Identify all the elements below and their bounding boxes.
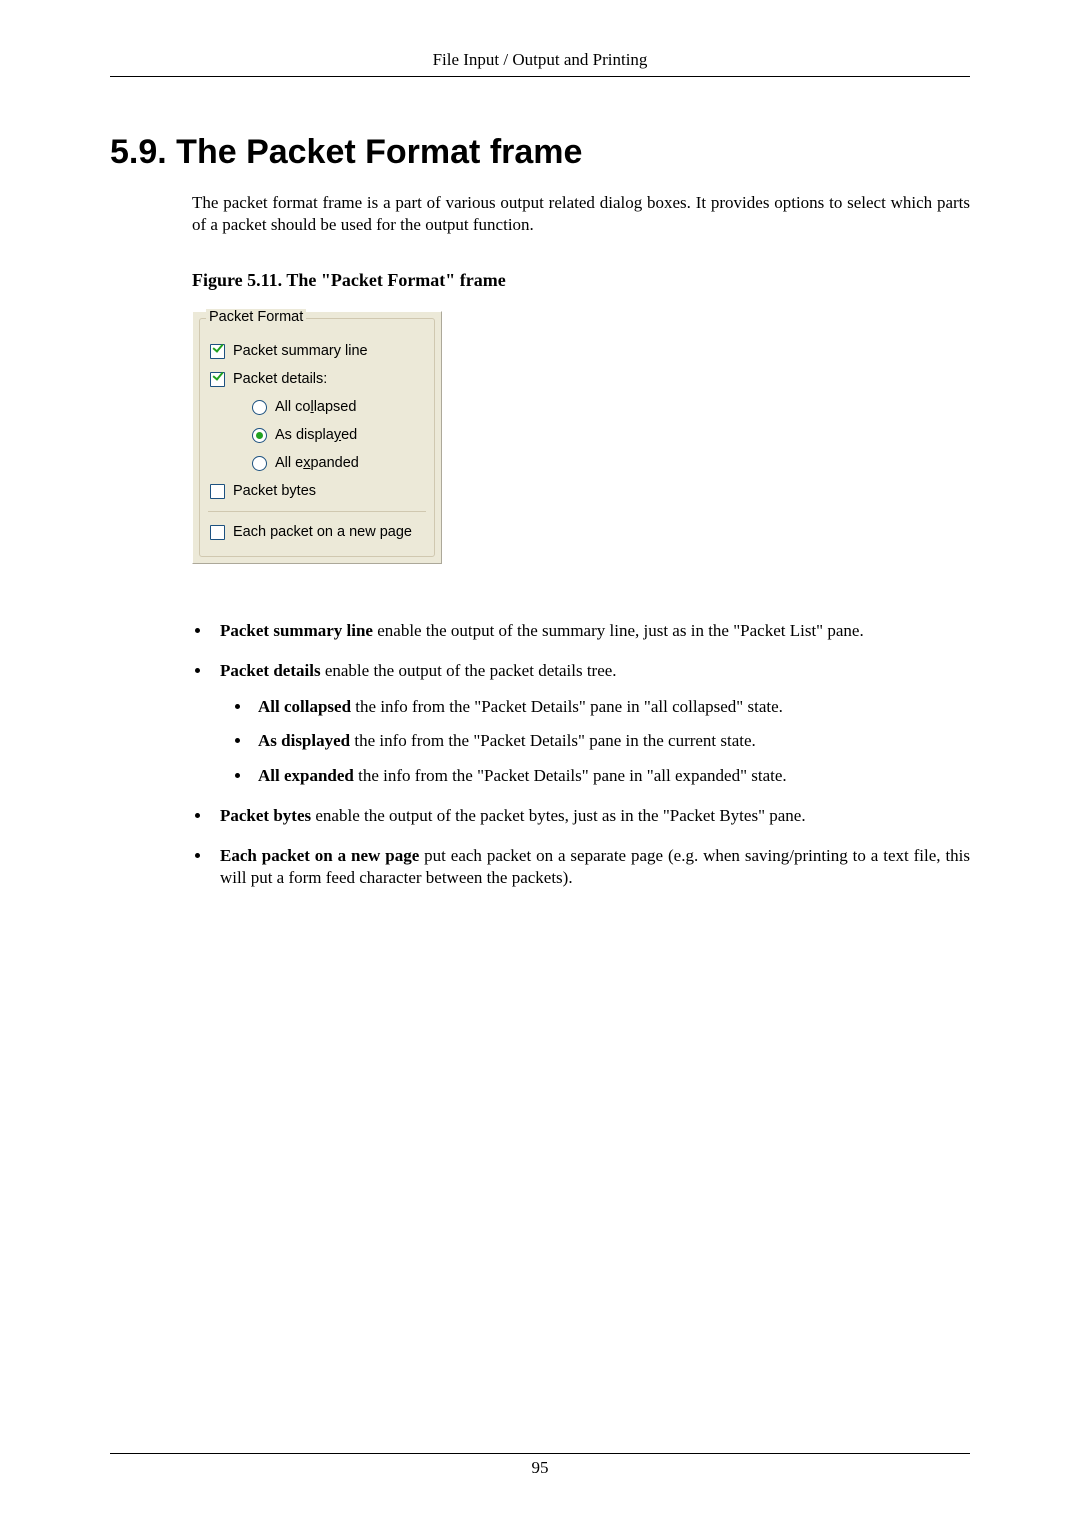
radio-row-all-collapsed[interactable]: All collapsed xyxy=(208,393,426,421)
checkbox-row-newpage[interactable]: Each packet on a new page xyxy=(208,511,426,546)
intro-paragraph: The packet format frame is a part of var… xyxy=(192,192,970,236)
term: Packet bytes xyxy=(220,806,311,825)
radio-label-post: panded xyxy=(310,455,358,471)
radio-label-post: ed xyxy=(341,427,357,443)
term: Each packet on a new page xyxy=(220,846,419,865)
desc: the info from the "Packet Details" pane … xyxy=(351,697,783,716)
checkbox-icon[interactable] xyxy=(210,372,225,387)
radio-label-pre: As displa xyxy=(275,427,334,443)
footer-rule xyxy=(110,1453,970,1454)
list-item: Packet bytes enable the output of the pa… xyxy=(212,805,970,827)
page-footer: 95 xyxy=(110,1453,970,1478)
list-item: Packet summary line enable the output of… xyxy=(212,620,970,642)
checkbox-label: Packet details: xyxy=(233,371,327,387)
list-item: Packet details enable the output of the … xyxy=(212,660,970,786)
packet-format-fieldset: Packet Format Packet summary line Packet… xyxy=(199,318,435,557)
radio-label: All expanded xyxy=(275,455,359,471)
radio-row-all-expanded[interactable]: All expanded xyxy=(208,449,426,477)
list-item: Each packet on a new page put each packe… xyxy=(212,845,970,889)
header-rule xyxy=(110,76,970,77)
term: All expanded xyxy=(258,766,354,785)
section-title: 5.9. The Packet Format frame xyxy=(110,133,970,172)
page-number: 95 xyxy=(110,1458,970,1478)
checkbox-icon[interactable] xyxy=(210,525,225,540)
desc: enable the output of the summary line, j… xyxy=(373,621,864,640)
checkbox-row-details[interactable]: Packet details: xyxy=(208,365,426,393)
checkbox-label: Packet summary line xyxy=(233,343,368,359)
desc: the info from the "Packet Details" pane … xyxy=(350,731,756,750)
radio-label: As displayed xyxy=(275,427,357,443)
term: As displayed xyxy=(258,731,350,750)
section-number: 5.9. xyxy=(110,133,167,171)
fieldset-legend: Packet Format xyxy=(206,309,306,325)
running-header: File Input / Output and Printing xyxy=(110,50,970,70)
description-list: Packet summary line enable the output of… xyxy=(192,620,970,889)
radio-label: All collapsed xyxy=(275,399,356,415)
list-item: As displayed the info from the "Packet D… xyxy=(252,730,970,752)
radio-icon[interactable] xyxy=(252,456,267,471)
radio-label-pre: All co xyxy=(275,399,310,415)
figure-caption: Figure 5.11. The "Packet Format" frame xyxy=(192,270,970,291)
checkbox-label: Packet bytes xyxy=(233,483,316,499)
list-item: All collapsed the info from the "Packet … xyxy=(252,696,970,718)
radio-icon[interactable] xyxy=(252,400,267,415)
packet-format-frame: Packet Format Packet summary line Packet… xyxy=(192,311,442,564)
radio-row-as-displayed[interactable]: As displayed xyxy=(208,421,426,449)
term: Packet details xyxy=(220,661,321,680)
checkbox-icon[interactable] xyxy=(210,484,225,499)
desc: enable the output of the packet details … xyxy=(321,661,617,680)
term: All collapsed xyxy=(258,697,351,716)
radio-icon[interactable] xyxy=(252,428,267,443)
section-title-text: The Packet Format frame xyxy=(176,133,582,171)
radio-label-pre: All e xyxy=(275,455,303,471)
desc: enable the output of the packet bytes, j… xyxy=(311,806,805,825)
desc: the info from the "Packet Details" pane … xyxy=(354,766,787,785)
list-item: All expanded the info from the "Packet D… xyxy=(252,765,970,787)
radio-label-accel: y xyxy=(334,427,341,443)
term: Packet summary line xyxy=(220,621,373,640)
checkbox-label: Each packet on a new page xyxy=(233,524,412,540)
checkbox-icon[interactable] xyxy=(210,344,225,359)
checkbox-row-summary[interactable]: Packet summary line xyxy=(208,337,426,365)
radio-label-post: lapsed xyxy=(314,399,357,415)
checkbox-row-bytes[interactable]: Packet bytes xyxy=(208,477,426,505)
sub-list: All collapsed the info from the "Packet … xyxy=(220,696,970,786)
